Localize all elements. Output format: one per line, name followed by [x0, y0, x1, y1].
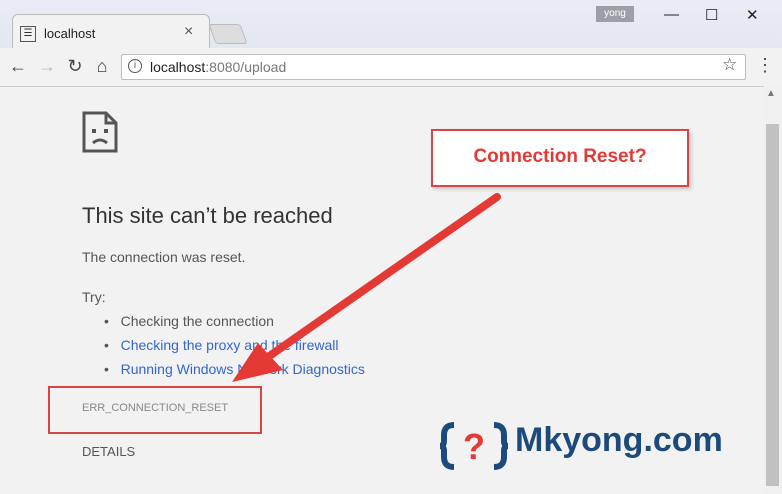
svg-text:?: ?	[463, 426, 485, 467]
annotation-arrow	[232, 193, 501, 382]
mkyong-logo-mark: ?	[440, 422, 508, 470]
mkyong-logo-text: Mkyong.com	[515, 421, 723, 459]
